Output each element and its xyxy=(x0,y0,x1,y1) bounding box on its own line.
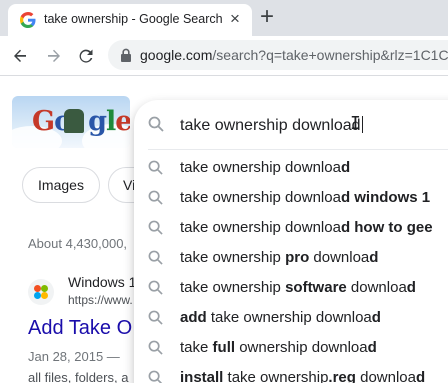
search-icon xyxy=(148,310,163,325)
suggestion-part: take ownership xyxy=(180,279,286,296)
logo-letter: G xyxy=(32,106,55,137)
search-autocomplete-panel: take ownership download I take ownership… xyxy=(134,100,448,383)
suggestion-part: take ownership downloa xyxy=(180,159,341,176)
search-icon xyxy=(148,190,163,205)
windows-logo-icon xyxy=(28,279,54,305)
new-tab-button[interactable]: + xyxy=(260,5,274,29)
suggestion-part: downloa xyxy=(309,249,370,266)
search-icon xyxy=(148,160,163,175)
windows-flag-icon xyxy=(34,285,48,299)
browser-toolbar: google.com/search?q=take+ownership&rlz=1… xyxy=(0,36,448,76)
back-button[interactable] xyxy=(6,42,34,70)
suggestion-bold-part: full xyxy=(212,339,236,356)
search-query: take ownership download xyxy=(180,117,361,134)
suggestion-bold-part: pro xyxy=(285,249,310,266)
doodle-figure xyxy=(64,109,84,133)
search-box[interactable]: take ownership download I xyxy=(134,100,448,150)
search-icon xyxy=(148,250,163,265)
suggestion-part: take ownership xyxy=(180,249,286,266)
lock-icon[interactable] xyxy=(120,48,132,62)
suggestion-text: take ownership download windows 1 xyxy=(180,189,430,206)
search-icon xyxy=(148,116,164,132)
suggestion-bold-part: d xyxy=(369,249,379,266)
search-icon xyxy=(148,340,163,355)
logo-letter: e xyxy=(115,106,130,137)
suggestion-bold-part: d xyxy=(415,369,426,383)
result-url: https://www. xyxy=(68,293,133,307)
suggestion-bold-part: add xyxy=(180,309,207,326)
suggestion-bold-part: .reg xyxy=(328,369,356,383)
suggestion-bold-part: d xyxy=(340,159,351,176)
suggestion-part: take ownership downloa xyxy=(206,309,372,326)
chip-images[interactable]: Images xyxy=(22,167,100,203)
url-host: google.com xyxy=(140,47,213,63)
tab-title: take ownership - Google Search xyxy=(44,12,223,26)
back-arrow-icon xyxy=(14,49,26,62)
suggestion-list: take ownership download take ownership do… xyxy=(134,153,448,383)
suggestion-part: downloa xyxy=(346,279,407,296)
suggestion-bold-part: d xyxy=(367,339,377,356)
suggestion-part: take xyxy=(180,339,213,356)
tab-google-search[interactable]: take ownership - Google Search × xyxy=(8,4,252,36)
tab-strip: take ownership - Google Search × + xyxy=(0,0,448,36)
suggestion-part: downloa xyxy=(355,369,416,383)
suggestion-text: install take ownership.reg download xyxy=(180,369,425,383)
result-date: Jan 28, 2015 — xyxy=(28,349,120,364)
forward-arrow-icon xyxy=(48,49,60,62)
forward-button[interactable] xyxy=(40,42,68,70)
suggestion-bold-part: software xyxy=(285,279,347,296)
reload-button[interactable] xyxy=(72,42,100,70)
url-text: google.com/search?q=take+ownership&rlz=1… xyxy=(140,47,448,63)
suggestion-text: add take ownership download xyxy=(180,309,381,326)
results-count: About 4,430,000, xyxy=(28,236,128,251)
suggestion-text: take ownership download how to gee xyxy=(180,219,433,236)
suggestion-item[interactable]: add take ownership download xyxy=(134,303,448,333)
result-title-link[interactable]: Add Take O xyxy=(28,317,132,340)
search-icon xyxy=(148,370,163,383)
suggestion-bold-part: d windows 1 xyxy=(340,189,431,206)
logo-letter: l xyxy=(105,106,116,137)
search-input[interactable]: take ownership download xyxy=(180,116,363,135)
suggestion-part: ownership downloa xyxy=(235,339,368,356)
google-favicon-icon xyxy=(20,12,36,28)
suggestion-part: take ownership downloa xyxy=(180,189,341,206)
suggestion-bold-part: d xyxy=(371,309,381,326)
text-caret xyxy=(361,116,363,133)
url-path: /search?q=take+ownership&rlz=1C1C xyxy=(212,47,448,63)
suggestion-item[interactable]: take ownership pro download xyxy=(134,243,448,273)
suggestion-text: take full ownership download xyxy=(180,339,377,356)
tab-close-icon[interactable]: × xyxy=(230,10,240,28)
suggestion-text: take ownership pro download xyxy=(180,249,378,266)
suggestion-item[interactable]: install take ownership.reg download xyxy=(134,363,448,383)
suggestion-bold-part: install xyxy=(180,369,224,383)
suggestion-text: take ownership download xyxy=(180,159,350,176)
search-icon xyxy=(148,220,163,235)
search-icon xyxy=(148,280,163,295)
suggestion-text: take ownership software download xyxy=(180,279,416,296)
google-doodle-logo[interactable]: Google xyxy=(12,96,130,148)
mouse-ibeam-cursor-icon: I xyxy=(350,113,361,134)
suggestion-bold-part: d how to gee xyxy=(340,219,433,236)
result-snippet: all files, folders, a xyxy=(28,370,129,383)
logo-letter: g xyxy=(88,106,107,137)
suggestion-bold-part: d xyxy=(406,279,416,296)
suggestion-item[interactable]: take full ownership download xyxy=(134,333,448,363)
suggestion-part: take ownership xyxy=(223,369,329,383)
result-site-name: Windows 1 xyxy=(68,274,137,290)
suggestion-item[interactable]: take ownership download windows 1 xyxy=(134,183,448,213)
suggestion-item[interactable]: take ownership download how to gee xyxy=(134,213,448,243)
address-bar[interactable]: google.com/search?q=take+ownership&rlz=1… xyxy=(108,40,448,70)
search-divider xyxy=(148,149,448,150)
suggestion-part: take ownership downloa xyxy=(180,219,341,236)
suggestion-item[interactable]: take ownership software download xyxy=(134,273,448,303)
reload-icon xyxy=(79,49,93,63)
suggestion-item[interactable]: take ownership download xyxy=(134,153,448,183)
